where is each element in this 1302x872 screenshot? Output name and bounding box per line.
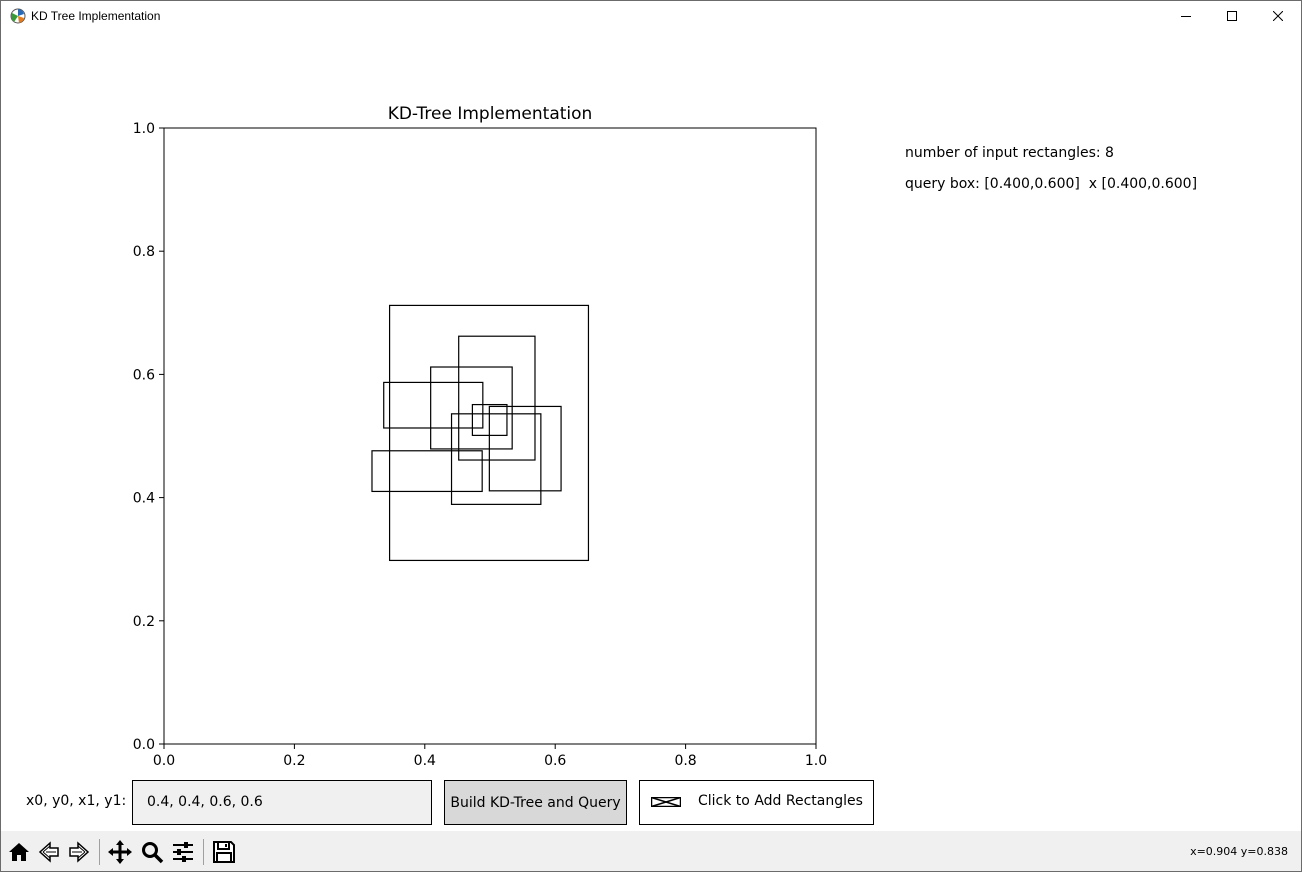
back-icon xyxy=(38,841,59,863)
add-rectangles-checkbutton[interactable]: Click to Add Rectangles xyxy=(639,780,874,825)
forward-icon xyxy=(69,841,90,863)
maximize-button[interactable] xyxy=(1209,1,1255,31)
toolbar-separator xyxy=(99,839,100,865)
y-tick-label: 0.2 xyxy=(133,614,155,630)
cursor-coordinates: x=0.904 y=0.838 xyxy=(1190,845,1288,858)
configure-subplots-icon xyxy=(173,842,193,862)
checkbox-icon[interactable] xyxy=(651,797,681,807)
minimize-button[interactable] xyxy=(1163,1,1209,31)
close-icon xyxy=(1273,11,1283,21)
y-tick-label: 0.8 xyxy=(133,244,155,260)
pan-icon xyxy=(108,840,132,864)
configure-subplots-button[interactable] xyxy=(169,838,197,866)
x-tick-label: 1.0 xyxy=(805,753,827,769)
rect-count-text: number of input rectangles: 8 xyxy=(905,145,1114,161)
zoom-icon xyxy=(142,842,164,864)
plot-area xyxy=(163,127,817,745)
query-box-text: query box: [0.400,0.600] x [0.400,0.600] xyxy=(905,176,1198,192)
title-bar[interactable]: KD Tree Implementation xyxy=(1,1,1301,31)
x-tick-label: 0.4 xyxy=(414,753,436,769)
x-tick-label: 0.6 xyxy=(544,753,566,769)
x-tick-label: 0.0 xyxy=(153,753,175,769)
forward-button[interactable] xyxy=(65,838,93,866)
chart-title: KD-Tree Implementation xyxy=(388,104,593,124)
navigation-toolbar: x=0.904 y=0.838 xyxy=(1,831,1301,871)
app-logo-icon xyxy=(10,8,26,24)
toolbar-separator xyxy=(203,839,204,865)
minimize-icon xyxy=(1181,16,1191,17)
y-tick-label: 0.4 xyxy=(133,491,155,507)
zoom-button[interactable] xyxy=(138,838,166,866)
query-input[interactable]: 0.4, 0.4, 0.6, 0.6 xyxy=(132,780,432,825)
save-icon xyxy=(213,841,235,863)
back-button[interactable] xyxy=(35,838,63,866)
home-icon xyxy=(9,843,29,861)
add-rectangles-label: Click to Add Rectangles xyxy=(698,793,863,809)
figure-canvas[interactable]: KD-Tree Implementation 0.0 0.2 0.4 0.6 0.8 1.… xyxy=(1,31,1301,831)
maximize-icon xyxy=(1227,11,1237,21)
home-button[interactable] xyxy=(5,838,33,866)
y-tick-label: 1.0 xyxy=(133,121,155,137)
close-button[interactable] xyxy=(1255,1,1301,31)
save-button[interactable] xyxy=(210,838,238,866)
kd-tree-chart[interactable]: KD-Tree Implementation 0.0 0.2 0.4 0.6 0.8 1.… xyxy=(1,31,1301,771)
x-tick-label: 0.8 xyxy=(674,753,696,769)
textbox-label: x0, y0, x1, y1: xyxy=(26,793,127,809)
pan-button[interactable] xyxy=(106,838,134,866)
app-window: KD Tree Implementation KD-Tree Implement… xyxy=(0,0,1302,872)
x-tick-label: 0.2 xyxy=(283,753,305,769)
build-kd-tree-button[interactable]: Build KD-Tree and Query xyxy=(444,780,627,825)
y-tick-label: 0.6 xyxy=(133,367,155,383)
y-tick-label: 0.0 xyxy=(133,737,155,753)
window-title: KD Tree Implementation xyxy=(31,9,161,23)
